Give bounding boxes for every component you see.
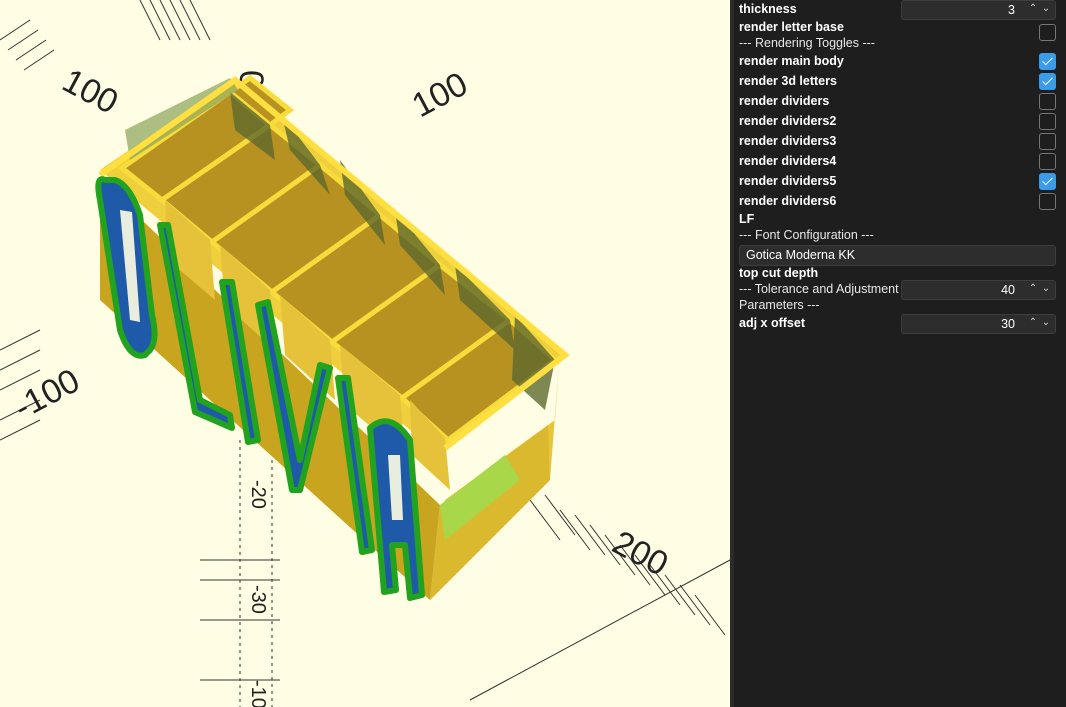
param-label: render letter base bbox=[739, 20, 844, 34]
param-render-main-body: render main body bbox=[739, 52, 1056, 72]
render-dividers3-checkbox[interactable] bbox=[1039, 133, 1056, 150]
render-dividers6-checkbox[interactable] bbox=[1039, 193, 1056, 210]
axis-label-z-neg-30: -30 bbox=[247, 585, 269, 614]
spinbox-value: 30 bbox=[1001, 317, 1015, 331]
render-dividers-checkbox[interactable] bbox=[1039, 93, 1056, 110]
spin-down-icon[interactable]: ⌄ bbox=[1040, 282, 1052, 296]
param-label: render dividers3 bbox=[739, 134, 837, 148]
param-font-name: Gotica Moderna KK bbox=[739, 245, 1056, 266]
param-label: render dividers5 bbox=[739, 174, 837, 188]
param-label: top cut depth bbox=[739, 266, 819, 280]
thickness-spinbox[interactable]: 3 ⌃ ⌄ bbox=[901, 0, 1056, 20]
comment-parameters: Parameters --- bbox=[739, 296, 1056, 316]
font-name-input[interactable]: Gotica Moderna KK bbox=[739, 245, 1056, 266]
viewport-canvas[interactable]: 100 100 00 -100 200 -20 -30 -10 bbox=[0, 0, 730, 707]
axis-label-y-pos: 100 bbox=[406, 65, 474, 125]
spin-up-icon[interactable]: ⌃ bbox=[1027, 316, 1039, 330]
comment-text: --- Rendering Toggles --- bbox=[739, 36, 875, 50]
param-label: thickness bbox=[739, 2, 797, 16]
spinbox-value: 3 bbox=[1008, 3, 1015, 17]
comment-rendering-toggles: --- Rendering Toggles --- bbox=[739, 34, 1056, 54]
comment-text: --- Tolerance and Adjustment bbox=[739, 282, 899, 296]
model-main-body bbox=[98, 74, 570, 600]
param-label: LF bbox=[739, 212, 755, 226]
param-render-dividers3: render dividers3 bbox=[739, 132, 1056, 152]
param-label: adj x offset bbox=[739, 316, 805, 330]
customizer-panel: thickness 3 ⌃ ⌄ render letter base --- R… bbox=[734, 0, 1066, 707]
param-label: render dividers6 bbox=[739, 194, 837, 208]
param-label: render dividers2 bbox=[739, 114, 837, 128]
adj-x-offset-spinbox[interactable]: 30 ⌃ ⌄ bbox=[901, 314, 1056, 334]
3d-viewport[interactable]: 100 100 00 -100 200 -20 -30 -10 bbox=[0, 0, 730, 707]
param-thickness: thickness 3 ⌃ ⌄ bbox=[739, 0, 1056, 20]
axis-label-x-pos: 100 bbox=[56, 62, 124, 122]
axis-label-z-neg-20: -20 bbox=[247, 480, 269, 509]
param-label: render dividers bbox=[739, 94, 830, 108]
render-dividers4-checkbox[interactable] bbox=[1039, 153, 1056, 170]
comment-font-configuration: --- Font Configuration --- bbox=[739, 226, 1056, 246]
param-adj-x-offset: adj x offset 30 ⌃ ⌄ bbox=[739, 314, 1056, 334]
comment-text: --- Font Configuration --- bbox=[739, 228, 874, 242]
spin-up-icon[interactable]: ⌃ bbox=[1027, 282, 1039, 296]
param-label: render dividers4 bbox=[739, 154, 837, 168]
comment-text: Parameters --- bbox=[739, 298, 820, 312]
render-dividers5-checkbox[interactable] bbox=[1039, 173, 1056, 190]
spinbox-value: 40 bbox=[1001, 283, 1015, 297]
param-label: render 3d letters bbox=[739, 74, 837, 88]
param-render-dividers: render dividers bbox=[739, 92, 1056, 112]
spin-up-icon[interactable]: ⌃ bbox=[1027, 2, 1039, 16]
render-dividers2-checkbox[interactable] bbox=[1039, 113, 1056, 130]
axis-label-y-neg: -100 bbox=[8, 362, 86, 428]
param-label: render main body bbox=[739, 54, 844, 68]
axis-label-x-far: 200 bbox=[606, 524, 674, 584]
param-render-dividers4: render dividers4 bbox=[739, 152, 1056, 172]
font-name-value: Gotica Moderna KK bbox=[746, 248, 856, 262]
axis-label-z-neg-10: -10 bbox=[247, 680, 269, 707]
param-render-dividers5: render dividers5 bbox=[739, 172, 1056, 192]
render-3d-letters-checkbox[interactable] bbox=[1039, 73, 1056, 90]
param-render-dividers6: render dividers6 bbox=[739, 192, 1056, 212]
spin-down-icon[interactable]: ⌄ bbox=[1040, 316, 1052, 330]
param-render-3d-letters: render 3d letters bbox=[739, 72, 1056, 92]
param-render-dividers2: render dividers2 bbox=[739, 112, 1056, 132]
spin-down-icon[interactable]: ⌄ bbox=[1040, 2, 1052, 16]
render-main-body-checkbox[interactable] bbox=[1039, 53, 1056, 70]
